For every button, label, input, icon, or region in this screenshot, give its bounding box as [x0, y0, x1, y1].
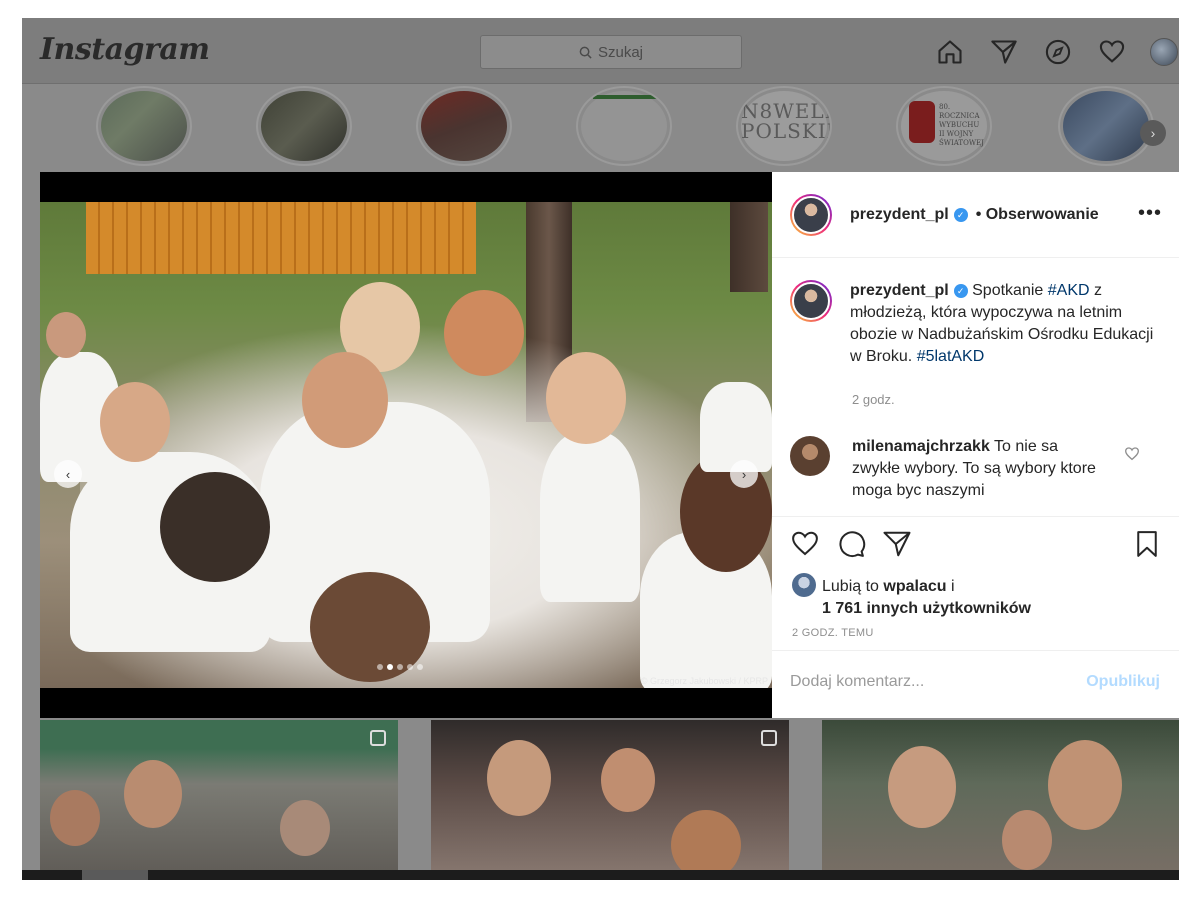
stories-tray: N8WELE POLSKIE 80. ROCZNICA WYBUCHU II W…: [22, 84, 1179, 170]
carousel-dot: [417, 664, 423, 670]
like-heart-icon[interactable]: [790, 529, 820, 559]
caption-username[interactable]: prezydent_pl: [850, 282, 949, 299]
story-item[interactable]: [256, 86, 352, 166]
search-input[interactable]: Szukaj: [480, 35, 742, 69]
post-side-panel: prezydent_pl ✓ • Obserwowanie ••• prezyde…: [772, 172, 1179, 718]
story-item[interactable]: N8WELE POLSKIE: [736, 86, 832, 166]
top-nav-bar: Instagram Szukaj: [22, 18, 1179, 84]
caption-text: prezydent_pl ✓ Spotkanie #AKD z młodzieżą…: [850, 282, 1154, 365]
explore-icon[interactable]: [1042, 36, 1074, 68]
photo-person: [540, 432, 640, 602]
hashtag-link[interactable]: #5latAKD: [917, 348, 985, 365]
photo-fence: [86, 202, 476, 274]
photo-person: [444, 290, 524, 376]
carousel-dot: [407, 664, 413, 670]
post-modal: © Grzegorz Jakubowski / KPRP ‹ › prezyde…: [40, 172, 1179, 718]
liker-username[interactable]: wpalacu: [883, 578, 946, 595]
post-actions: Lubią to wpalacu i 1 761 innych użytkown…: [772, 516, 1179, 650]
carousel-dots: [377, 664, 423, 670]
story-text: N8WELE POLSKIE: [741, 99, 832, 143]
share-icon[interactable]: [882, 529, 912, 559]
story-emblem: [909, 101, 935, 143]
save-bookmark-icon[interactable]: [1132, 529, 1162, 564]
post-comments: prezydent_pl ✓ Spotkanie #AKD z młodzieżą…: [772, 258, 1179, 516]
story-text: 80. ROCZNICA WYBUCHU II WOJNY ŚWIATOWEJ: [939, 103, 984, 147]
photo-person: [700, 382, 772, 472]
story-item[interactable]: [576, 86, 672, 166]
liker-avatar: [792, 573, 816, 597]
carousel-icon: [370, 730, 386, 746]
grid-post-thumbnail[interactable]: [40, 720, 398, 880]
photo-person: [160, 472, 270, 582]
post-photo[interactable]: © Grzegorz Jakubowski / KPRP ‹ ›: [40, 202, 772, 688]
carousel-prev-button[interactable]: ‹: [54, 460, 82, 488]
hashtag-link[interactable]: #AKD: [1048, 282, 1090, 299]
home-icon[interactable]: [934, 36, 966, 68]
commenter-username[interactable]: milenamajchrzakk: [852, 438, 990, 455]
caption-time[interactable]: 2 godz.: [852, 392, 895, 407]
search-placeholder: Szukaj: [597, 43, 644, 61]
carousel-dot: [387, 664, 393, 670]
instagram-logo[interactable]: Instagram: [40, 32, 210, 67]
more-options-icon[interactable]: •••: [1138, 202, 1162, 225]
nav-icons: [934, 36, 1178, 68]
photo-person: [302, 352, 388, 448]
stories-next-button[interactable]: ›: [1140, 120, 1166, 146]
profile-avatar[interactable]: [1150, 38, 1178, 66]
comment-text: milenamajchrzakk To nie sa zwykłe wybory…: [852, 438, 1096, 499]
comment-item: milenamajchrzakk To nie sa zwykłe wybory…: [790, 436, 1104, 502]
browser-frame: Instagram Szukaj N8WELE POLSKI 80. ROCZN…: [22, 18, 1179, 880]
post-media: © Grzegorz Jakubowski / KPRP ‹ ›: [40, 172, 772, 718]
search-icon: [579, 46, 592, 59]
photo-person: [546, 352, 626, 444]
likes-count[interactable]: 1 761 innych użytkowników: [792, 600, 1031, 617]
story-item[interactable]: [96, 86, 192, 166]
add-comment-box: Opublikuj: [772, 650, 1179, 718]
carousel-dot: [377, 664, 383, 670]
carousel-dot: [397, 664, 403, 670]
photo-person: [46, 312, 86, 358]
commenter-avatar[interactable]: [790, 436, 830, 476]
grid-post-thumbnail[interactable]: [822, 720, 1179, 880]
post-timestamp[interactable]: 2 GODZ. TEMU: [792, 627, 874, 639]
action-buttons: [790, 529, 912, 559]
publish-button[interactable]: Opublikuj: [1086, 673, 1160, 691]
direct-icon[interactable]: [988, 36, 1020, 68]
story-item[interactable]: 80. ROCZNICA WYBUCHU II WOJNY ŚWIATOWEJ: [896, 86, 992, 166]
follow-status[interactable]: • Obserwowanie: [976, 206, 1099, 224]
post-header: prezydent_pl ✓ • Obserwowanie •••: [772, 172, 1179, 258]
photo-tree: [730, 202, 768, 292]
comment-like-icon[interactable]: [1124, 446, 1140, 462]
photo-person: [100, 382, 170, 462]
carousel-icon: [761, 730, 777, 746]
author-username[interactable]: prezydent_pl ✓: [850, 206, 968, 224]
horizontal-scrollbar[interactable]: [22, 870, 1179, 880]
scrollbar-thumb[interactable]: [82, 870, 148, 880]
carousel-next-button[interactable]: ›: [730, 460, 758, 488]
activity-heart-icon[interactable]: [1096, 36, 1128, 68]
post-caption: prezydent_pl ✓ Spotkanie #AKD z młodzieżą…: [790, 280, 1160, 368]
story-item[interactable]: [416, 86, 512, 166]
author-avatar[interactable]: [790, 193, 832, 236]
story-item[interactable]: [1058, 86, 1154, 166]
photo-credit: © Grzegorz Jakubowski / KPRP: [640, 676, 768, 686]
likes-summary[interactable]: Lubią to wpalacu i 1 761 innych użytkown…: [792, 573, 1031, 620]
grid-post-thumbnail[interactable]: [431, 720, 789, 880]
verified-icon: ✓: [953, 284, 968, 298]
comment-input[interactable]: [790, 673, 1070, 691]
verified-icon: ✓: [953, 207, 968, 222]
comment-bubble-icon[interactable]: [836, 529, 866, 559]
caption-avatar[interactable]: [790, 280, 832, 322]
